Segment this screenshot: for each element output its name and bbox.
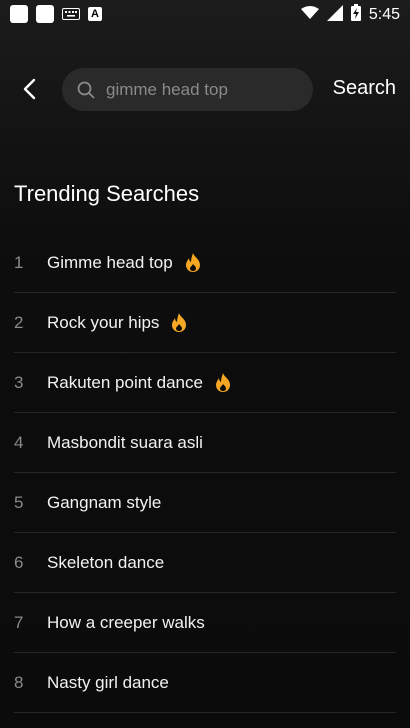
flame-icon <box>215 373 231 393</box>
chevron-left-icon <box>23 78 36 100</box>
trending-label: Rakuten point dance <box>47 372 203 392</box>
trending-label: Skeleton dance <box>47 552 165 572</box>
back-button[interactable] <box>14 75 44 103</box>
trending-label: Masbondit suara asli <box>47 432 203 452</box>
trending-rank: 6 <box>14 552 24 572</box>
trending-label: Gangnam style <box>47 492 162 512</box>
trending-item[interactable]: 3 Rakuten point dance <box>14 353 396 413</box>
trending-item[interactable]: 1 Gimme head top <box>14 233 396 293</box>
trending-item[interactable]: 4 Masbondit suara asli <box>14 413 396 473</box>
trending-rank: 1 <box>14 252 24 272</box>
trending-label: Rock your hips <box>47 312 160 332</box>
trending-label: Nasty girl dance <box>47 672 169 692</box>
signal-icon <box>326 4 343 26</box>
status-bar: A 5:45 <box>0 0 410 30</box>
battery-charging-icon <box>350 4 361 26</box>
trending-label: Gimme head top <box>47 252 173 272</box>
trending-list: 1 Gimme head top 2 Rock your hips 3 Raku… <box>14 233 396 713</box>
search-box[interactable] <box>62 68 313 111</box>
a-app-icon: A <box>88 7 102 21</box>
trending-item[interactable]: 2 Rock your hips <box>14 293 396 353</box>
trending-label: How a creeper walks <box>47 612 205 632</box>
search-icon <box>76 80 96 100</box>
trending-item[interactable]: 6 Skeleton dance <box>14 533 396 593</box>
trending-rank: 5 <box>14 492 24 512</box>
trending-rank: 8 <box>14 672 24 692</box>
keyboard-icon <box>62 7 80 21</box>
search-button[interactable]: Search <box>333 77 396 100</box>
search-header: Search <box>0 66 410 112</box>
trending-rank: 2 <box>14 312 24 332</box>
status-time: 5:45 <box>368 6 400 23</box>
search-input[interactable] <box>104 78 308 101</box>
wifi-icon <box>300 5 319 25</box>
system-icons: 5:45 <box>300 4 400 26</box>
trending-item[interactable]: 8 Nasty girl dance <box>14 653 396 713</box>
trending-rank: 4 <box>14 432 24 452</box>
trending-rank: 7 <box>14 612 24 632</box>
flame-icon <box>185 253 201 273</box>
app-notification-icon <box>10 5 28 23</box>
flame-icon <box>171 313 187 333</box>
app-notification-icon <box>36 5 54 23</box>
trending-rank: 3 <box>14 372 24 392</box>
trending-item[interactable]: 7 How a creeper walks <box>14 593 396 653</box>
trending-title: Trending Searches <box>14 181 200 206</box>
trending-item[interactable]: 5 Gangnam style <box>14 473 396 533</box>
notification-icons: A <box>10 5 102 23</box>
